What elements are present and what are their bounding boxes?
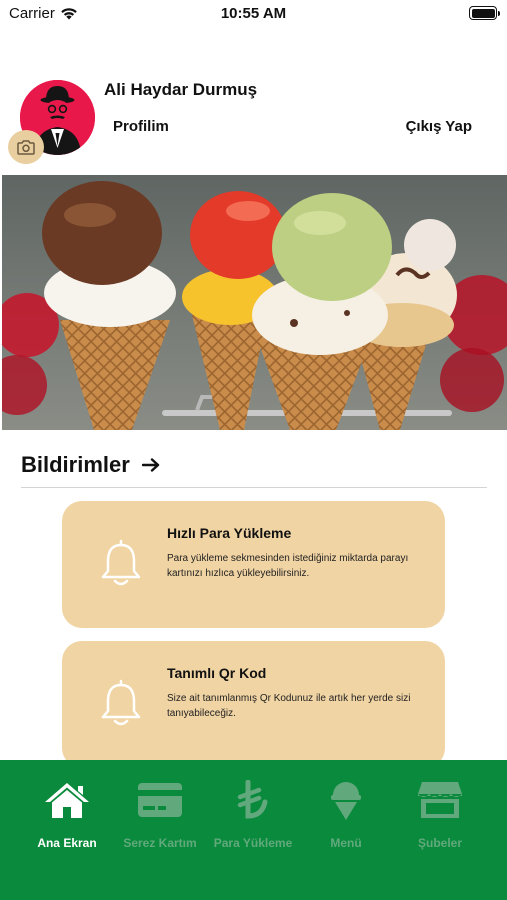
arrow-right-icon bbox=[141, 458, 160, 472]
notification-title: Hızlı Para Yükleme bbox=[167, 525, 292, 541]
tab-label: Serez Kartım bbox=[123, 836, 197, 850]
notification-body: Para yükleme sekmesinden istediğiniz mik… bbox=[167, 553, 409, 579]
notification-card[interactable]: Hızlı Para Yükleme Para yükleme sekmesin… bbox=[62, 501, 445, 628]
tab-label: Menü bbox=[330, 836, 362, 850]
notification-title: Tanımlı Qr Kod bbox=[167, 665, 267, 681]
home-icon bbox=[45, 783, 89, 818]
tab-label: Para Yükleme bbox=[213, 836, 293, 850]
logout-link[interactable]: Çıkış Yap bbox=[406, 118, 472, 135]
tab-menu[interactable]: Menü bbox=[301, 778, 391, 851]
store-icon bbox=[418, 782, 462, 818]
tab-top-up[interactable]: Para Yükleme bbox=[208, 778, 298, 851]
notification-card[interactable]: Tanımlı Qr Kod Size ait tanımlanmış Qr K… bbox=[62, 641, 445, 768]
bell-icon bbox=[101, 679, 141, 726]
battery-icon bbox=[469, 6, 500, 20]
ice-cream-banner bbox=[2, 175, 507, 430]
tab-label: Şubeler bbox=[417, 836, 462, 850]
bell-icon bbox=[101, 539, 141, 586]
profile-link[interactable]: Profilim bbox=[113, 118, 169, 135]
tab-label: Ana Ekran bbox=[37, 836, 97, 850]
section-divider bbox=[21, 487, 487, 488]
tab-branches[interactable]: Şubeler bbox=[395, 778, 485, 851]
status-time: 10:55 AM bbox=[220, 5, 287, 22]
tab-home[interactable]: Ana Ekran bbox=[22, 778, 112, 851]
user-name: Ali Haydar Durmuş bbox=[104, 80, 258, 99]
change-photo-button[interactable] bbox=[8, 130, 44, 164]
ice-cream-cones-image bbox=[2, 175, 507, 430]
ice-cream-icon bbox=[331, 782, 361, 820]
lira-icon bbox=[237, 780, 268, 819]
notifications-title: Bildirimler bbox=[21, 452, 130, 477]
tab-card[interactable]: Serez Kartım bbox=[115, 778, 205, 851]
card-icon bbox=[138, 783, 182, 817]
notification-body: Size ait tanımlanmış Qr Kodunuz ile artı… bbox=[167, 693, 411, 719]
tab-bar: Ana Ekran Serez Kartım Para Yükleme Menü… bbox=[0, 760, 507, 900]
camera-icon bbox=[17, 139, 35, 155]
status-bar: Carrier 10:55 AM bbox=[0, 0, 507, 30]
notifications-header[interactable]: Bildirimler bbox=[21, 452, 160, 478]
